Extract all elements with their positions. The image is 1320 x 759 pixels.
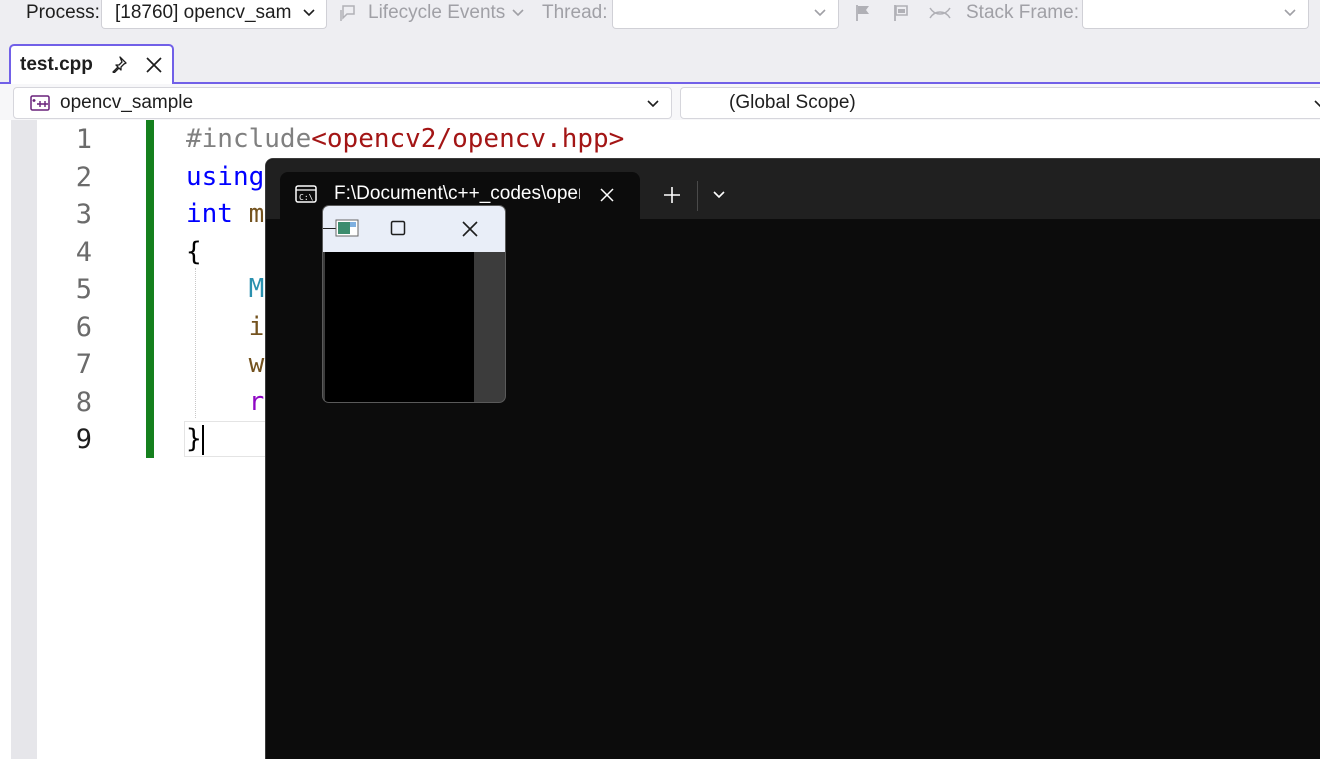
process-value: [18760] opencv_sam: [115, 2, 292, 23]
line-number: 6: [75, 311, 92, 343]
lifecycle-events-label[interactable]: Lifecycle Events: [368, 0, 505, 26]
chevron-down-icon: [814, 9, 826, 17]
document-tab-strip: test.cpp: [0, 32, 1320, 84]
stack-frame-dropdown[interactable]: [1082, 0, 1309, 29]
chevron-down-icon: [1314, 100, 1320, 108]
line-number: 3: [75, 199, 92, 230]
tab-label: test.cpp: [20, 54, 93, 75]
lifecycle-events-icon[interactable]: [339, 3, 359, 23]
code-line[interactable]: M: [186, 271, 265, 308]
project-name: opencv_sample: [60, 92, 194, 113]
chevron-down-icon[interactable]: [511, 6, 525, 20]
code-token-function: m: [232, 199, 265, 229]
pin-icon[interactable]: [110, 55, 128, 73]
terminal-tab-title: F:\Document\c++_codes\opencv_sample: [334, 183, 580, 204]
line-number: 9: [75, 424, 92, 455]
code-line[interactable]: int m: [186, 196, 264, 233]
show-threads-icon[interactable]: [928, 4, 952, 22]
code-line[interactable]: }: [186, 421, 202, 458]
code-line[interactable]: w: [186, 346, 265, 383]
console-icon: C:\: [295, 185, 317, 203]
code-token-plain: {: [186, 236, 202, 267]
tab-test-cpp[interactable]: test.cpp: [9, 44, 174, 84]
maximize-icon[interactable]: [390, 220, 406, 236]
line-number: 7: [75, 349, 92, 380]
code-token-control: r: [186, 386, 265, 417]
debug-toolbar: Process: [18760] opencv_sam Lifecycle Ev…: [0, 0, 1320, 32]
flag-thread-icon[interactable]: [891, 3, 911, 23]
code-line[interactable]: using: [186, 159, 264, 196]
code-token-function: w: [186, 349, 265, 379]
code-line[interactable]: r: [186, 384, 265, 421]
process-label: Process:: [26, 2, 100, 23]
close-icon[interactable]: [599, 187, 615, 203]
text-caret: [202, 425, 204, 455]
code-token-function: i: [186, 311, 265, 342]
project-dropdown[interactable]: opencv_sample: [13, 87, 672, 119]
code-token-plain: }: [186, 424, 202, 454]
titlebar-divider: [697, 181, 698, 211]
line-number: 4: [75, 236, 92, 268]
editor-indicator-margin[interactable]: [11, 120, 37, 759]
thread-label: Thread:: [542, 2, 608, 23]
scope-dropdown[interactable]: (Global Scope): [680, 87, 1320, 119]
line-number: 2: [75, 161, 92, 193]
chevron-down-icon: [1284, 9, 1296, 17]
cpp-project-icon: [30, 95, 50, 111]
chevron-down-icon: [647, 100, 659, 108]
app-icon: [335, 219, 359, 237]
code-token-keyword: using: [186, 161, 265, 192]
opencv-image-window[interactable]: [322, 205, 506, 403]
chevron-down-icon: [303, 9, 315, 17]
scope-name: (Global Scope): [729, 92, 856, 113]
close-icon[interactable]: [145, 56, 163, 74]
thread-dropdown[interactable]: [612, 0, 839, 29]
process-dropdown[interactable]: [18760] opencv_sam: [101, 0, 327, 29]
change-tracking-bar: [146, 120, 154, 458]
flag-icon[interactable]: [853, 3, 873, 23]
line-number: 8: [75, 386, 92, 418]
code-line[interactable]: i: [186, 309, 265, 346]
code-token-type: M: [186, 274, 265, 304]
code-line[interactable]: #include<opencv2/opencv.hpp>: [186, 121, 624, 158]
image-window-titlebar[interactable]: [323, 206, 505, 252]
line-number: 1: [75, 124, 92, 155]
close-icon[interactable]: [461, 220, 479, 238]
plus-icon[interactable]: [662, 185, 682, 205]
navigation-bar: opencv_sample (Global Scope): [0, 84, 1320, 120]
code-token-preprocessor: #include: [186, 124, 312, 154]
stack-frame-label: Stack Frame:: [966, 2, 1079, 23]
code-token-keyword: int: [186, 199, 233, 229]
svg-text:C:\: C:\: [299, 193, 314, 202]
chevron-down-icon[interactable]: [711, 188, 727, 202]
code-line[interactable]: {: [186, 234, 202, 271]
image-canvas: [325, 252, 474, 402]
line-number: 5: [75, 274, 92, 305]
code-token-string: <opencv2/opencv.hpp>: [311, 124, 625, 154]
